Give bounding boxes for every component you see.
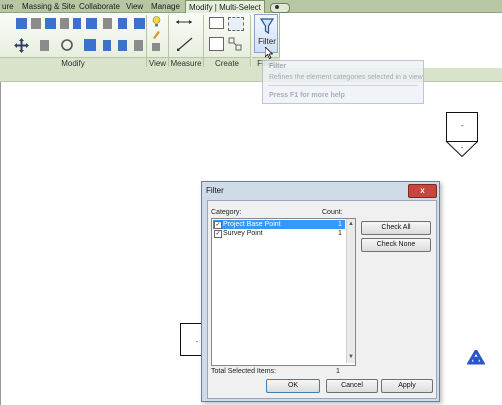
lightbulb-icon[interactable] <box>152 16 161 27</box>
dialog-title: Filter <box>206 186 224 195</box>
category-count: 1 <box>338 221 342 228</box>
unpin-icon[interactable] <box>103 18 112 29</box>
dimension-icon[interactable] <box>176 37 193 52</box>
dialog-close-button[interactable]: x <box>408 184 437 198</box>
tooltip-title: Filter <box>269 63 287 70</box>
delete-icon[interactable] <box>134 18 145 29</box>
rotate-icon[interactable] <box>60 38 74 52</box>
elevation-arrow-icon[interactable]: - <box>446 141 478 157</box>
list-item[interactable]: ✓ Survey Point 1 <box>213 229 345 238</box>
trim-single-icon[interactable] <box>118 40 127 51</box>
category-name: Project Base Point <box>223 221 281 228</box>
category-name: Survey Point <box>223 230 263 237</box>
view-tag-label: - <box>196 339 199 346</box>
elevation-marker-head[interactable]: - <box>446 112 478 142</box>
mouse-cursor-icon <box>264 46 274 60</box>
override-graphics-icon[interactable] <box>152 30 161 39</box>
tab-manage[interactable]: Manage <box>151 0 180 13</box>
tooltip-help: Press F1 for more help <box>269 92 345 99</box>
checkbox[interactable]: ✓ <box>214 230 222 238</box>
array-icon[interactable] <box>103 40 111 51</box>
checkbox[interactable]: ✓ <box>214 221 222 229</box>
count-header: Count: <box>322 209 343 216</box>
scale-icon[interactable] <box>118 18 127 29</box>
pin-icon[interactable] <box>86 18 97 29</box>
total-selected-value: 1 <box>336 368 340 375</box>
linework-icon[interactable] <box>152 43 160 51</box>
cancel-button[interactable]: Cancel <box>326 379 378 393</box>
tab-collaborate[interactable]: Collaborate <box>79 0 120 13</box>
create-parts-icon[interactable] <box>228 37 242 51</box>
filter-tooltip: Filter Refines the element categories se… <box>262 60 424 104</box>
ribbon: Modify View Measure Create <box>0 13 280 69</box>
trim-multiple-icon[interactable] <box>134 40 143 51</box>
apply-button[interactable]: Apply <box>381 379 433 393</box>
category-header: Category: <box>211 209 242 216</box>
offset-icon[interactable] <box>31 18 41 29</box>
ribbon-tab-bar: ure Massing & Site Collaborate View Mana… <box>0 0 502 15</box>
filter-button-label: Filter <box>258 37 276 46</box>
copy-icon[interactable] <box>40 40 49 51</box>
elevation-marker-label: - <box>461 121 464 130</box>
check-none-button[interactable]: Check None <box>361 238 431 252</box>
revit-logo-icon[interactable] <box>467 350 485 368</box>
move-icon[interactable] <box>14 38 29 53</box>
tooltip-description: Refines the element categories selected … <box>269 74 425 81</box>
create-assembly-icon[interactable] <box>228 17 244 31</box>
trim-extend-icon[interactable] <box>84 39 96 51</box>
category-list[interactable]: ✓ Project Base Point 1 ✓ Survey Point 1 … <box>211 218 356 366</box>
total-selected-label: Total Selected Items: <box>211 368 276 375</box>
list-scrollbar[interactable]: ▲ ▼ <box>346 219 355 363</box>
create-group-icon[interactable] <box>209 17 224 29</box>
tab-massing-site[interactable]: Massing & Site <box>22 0 75 13</box>
category-count: 1 <box>338 230 342 237</box>
filter-dialog: Filter x Category: Count: ✓ Project Base… <box>201 181 440 402</box>
tooltip-divider <box>268 85 418 86</box>
mirror-draw-axis-icon[interactable] <box>60 18 69 29</box>
options-bar <box>0 68 502 82</box>
list-item[interactable]: ✓ Project Base Point 1 <box>213 220 345 229</box>
dialog-body: Category: Count: ✓ Project Base Point 1 … <box>207 200 437 399</box>
align-icon[interactable] <box>16 18 27 29</box>
ribbon-display-toggle[interactable] <box>270 3 290 13</box>
view-tag-box[interactable]: - <box>180 323 202 356</box>
ok-button[interactable]: OK <box>266 379 320 393</box>
check-all-button[interactable]: Check All <box>361 221 431 235</box>
filter-icon <box>260 18 274 35</box>
create-similar-icon[interactable] <box>209 37 224 51</box>
scroll-up-icon[interactable]: ▲ <box>348 221 354 227</box>
tab-structure[interactable]: ure <box>2 0 14 13</box>
split-icon[interactable] <box>73 18 81 29</box>
mirror-pick-axis-icon[interactable] <box>45 18 56 29</box>
tab-view[interactable]: View <box>126 0 143 13</box>
toggle-dot-icon <box>275 5 279 9</box>
scroll-down-icon[interactable]: ▼ <box>348 354 354 360</box>
measure-icon[interactable] <box>175 18 193 26</box>
